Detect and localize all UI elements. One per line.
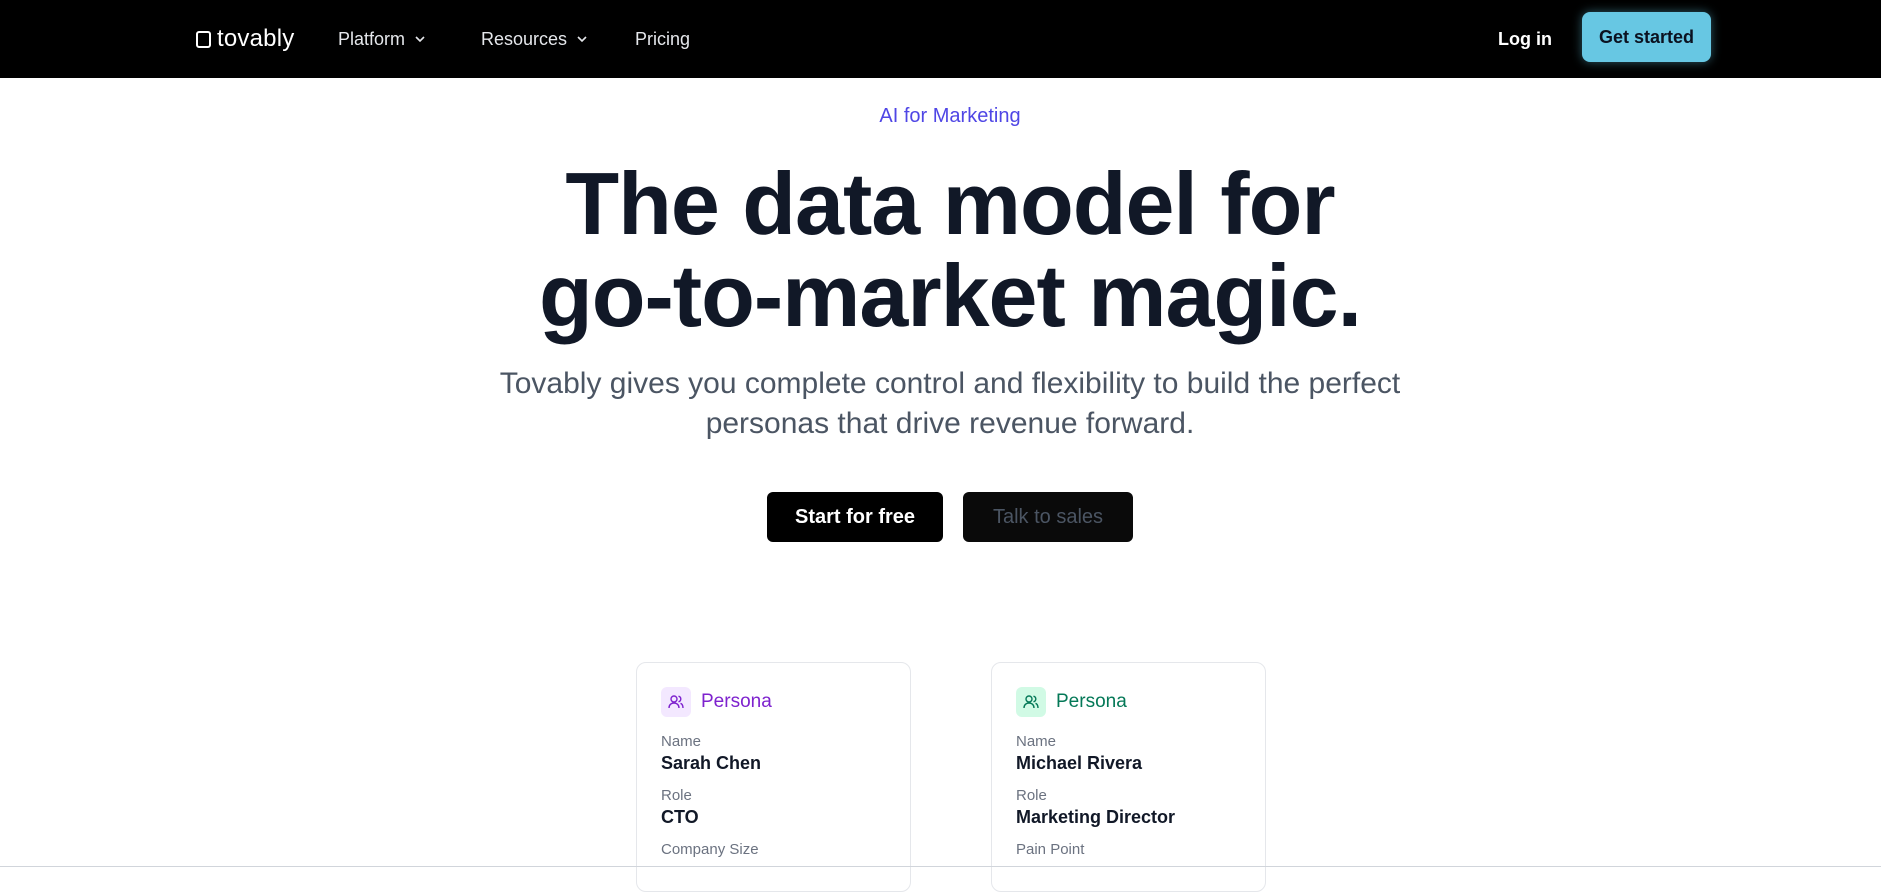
- field-value: Marketing Director: [1016, 807, 1176, 827]
- field-label: Role: [1016, 787, 1047, 804]
- persona-card-title: Persona: [1056, 691, 1127, 712]
- talk-to-sales-button[interactable]: Talk to sales: [963, 492, 1133, 542]
- top-navbar: tovably Platform Resources Pricing Log i…: [0, 0, 1881, 78]
- login-link[interactable]: Log in: [1498, 26, 1552, 52]
- get-started-button[interactable]: Get started: [1582, 12, 1711, 62]
- nav-item-label: Platform: [338, 28, 406, 49]
- field-label: Name: [1016, 733, 1057, 750]
- hero-subtitle: Tovably gives you complete control and f…: [0, 364, 1881, 444]
- logo[interactable]: tovably: [196, 24, 294, 54]
- users-icon: [1016, 687, 1046, 717]
- hero-title-line-2: go-to-market magic.: [538, 246, 1362, 345]
- field-value: Michael Rivera: [1016, 753, 1143, 773]
- persona-card: Persona Name Michael Rivera Role Marketi…: [991, 662, 1266, 892]
- hero-title: The data model for go-to-market magic.: [0, 158, 1881, 342]
- field-label: Company Size: [661, 841, 759, 858]
- logo-square-icon: [196, 30, 211, 48]
- nav-item-label: Resources: [481, 28, 568, 49]
- nav-item-resources[interactable]: Resources: [481, 26, 589, 52]
- chevron-down-icon: [415, 36, 425, 43]
- start-for-free-button[interactable]: Start for free: [767, 492, 943, 542]
- hero-eyebrow: AI for Marketing: [879, 105, 1021, 127]
- chevron-down-icon: [577, 36, 587, 43]
- nav-item-platform[interactable]: Platform: [338, 26, 427, 52]
- logo-text: tovably: [217, 25, 295, 52]
- field-value: Sarah Chen: [661, 753, 762, 773]
- persona-card-header: Persona: [661, 687, 886, 717]
- field-label: Pain Point: [1016, 841, 1085, 858]
- nav-item-label: Pricing: [635, 28, 691, 49]
- users-icon: [661, 687, 691, 717]
- persona-card-header: Persona: [1016, 687, 1241, 717]
- nav-item-pricing[interactable]: Pricing: [635, 26, 690, 52]
- hero-title-line-1: The data model for: [565, 154, 1335, 253]
- persona-card-title: Persona: [701, 691, 772, 712]
- hero-subtitle-line-2: personas that drive revenue forward.: [705, 407, 1195, 440]
- field-label: Name: [661, 733, 702, 750]
- persona-card: Persona Name Sarah Chen Role CTO Company…: [636, 662, 911, 892]
- hero-subtitle-line-1: Tovably gives you complete control and f…: [499, 367, 1401, 400]
- field-value: CTO: [661, 807, 699, 827]
- field-label: Role: [661, 787, 692, 804]
